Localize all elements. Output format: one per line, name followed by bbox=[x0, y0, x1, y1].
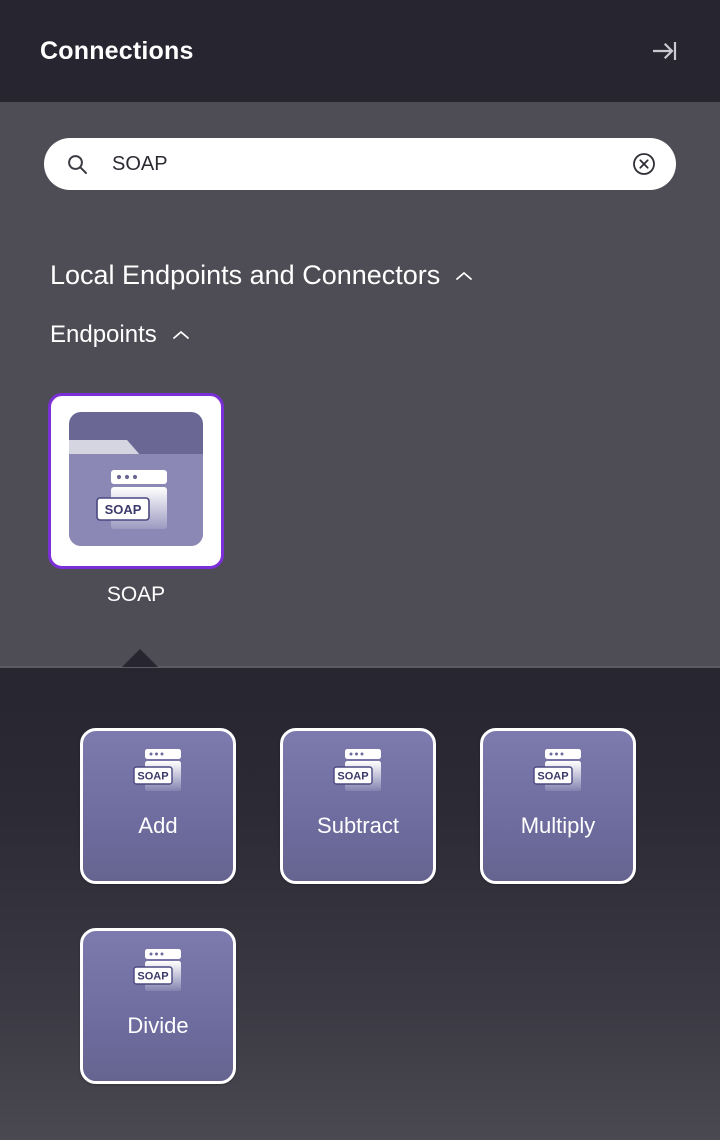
endpoints-browser: Local Endpoints and Connectors Endpoints bbox=[0, 102, 720, 666]
operations-grid: SOAP Add SOAP Subtract SOAP Multiply SOA… bbox=[80, 728, 684, 1084]
selection-caret-icon bbox=[122, 649, 158, 667]
operation-label: Subtract bbox=[317, 813, 399, 838]
operation-tile-subtract[interactable]: SOAP Subtract bbox=[280, 728, 436, 884]
soap-folder-icon: SOAP bbox=[61, 406, 211, 556]
section-label: Endpoints bbox=[50, 321, 157, 348]
operation-label: Divide bbox=[127, 1013, 189, 1038]
soap-window-icon: SOAP bbox=[127, 947, 189, 1005]
operation-tile-add[interactable]: SOAP Add bbox=[80, 728, 236, 884]
soap-badge-text: SOAP bbox=[105, 502, 142, 517]
soap-badge-text: SOAP bbox=[537, 771, 568, 783]
endpoint-tile[interactable]: SOAP bbox=[48, 393, 224, 569]
endpoint-label: SOAP bbox=[106, 583, 166, 606]
soap-badge-text: SOAP bbox=[137, 771, 168, 783]
connections-panel: Connections SOAP Local Endpoints and Con… bbox=[0, 0, 720, 1140]
search-bar[interactable] bbox=[44, 138, 676, 190]
endpoint-grid: SOAP SOAP bbox=[44, 393, 676, 607]
operations-panel: SOAP Add SOAP Subtract SOAP Multiply SOA… bbox=[0, 668, 720, 1140]
section-endpoints[interactable]: Endpoints bbox=[44, 321, 191, 349]
section-local-endpoints-and-connectors[interactable]: Local Endpoints and Connectors bbox=[44, 260, 474, 291]
panel-header: Connections bbox=[0, 0, 720, 102]
endpoint-item-soap[interactable]: SOAP SOAP bbox=[48, 393, 224, 607]
collapse-panel-arrow-icon[interactable] bbox=[644, 31, 684, 71]
operation-label: Add bbox=[138, 813, 178, 838]
soap-window-icon: SOAP bbox=[127, 747, 189, 805]
section-label: Local Endpoints and Connectors bbox=[50, 260, 441, 290]
operation-label: Multiply bbox=[520, 813, 596, 838]
soap-window-icon: SOAP bbox=[327, 747, 389, 805]
operation-tile-divide[interactable]: SOAP Divide bbox=[80, 928, 236, 1084]
soap-badge-text: SOAP bbox=[337, 771, 368, 783]
operation-tile-multiply[interactable]: SOAP Multiply bbox=[480, 728, 636, 884]
page-title: Connections bbox=[40, 36, 194, 65]
search-icon bbox=[64, 151, 90, 177]
soap-window-icon: SOAP bbox=[527, 747, 589, 805]
soap-badge-text: SOAP bbox=[137, 971, 168, 983]
clear-circle-x-icon[interactable] bbox=[630, 150, 658, 178]
chevron-up-icon[interactable] bbox=[454, 269, 474, 283]
search-input[interactable] bbox=[90, 152, 630, 176]
chevron-up-icon[interactable] bbox=[171, 328, 191, 342]
panel-divider bbox=[0, 649, 720, 668]
